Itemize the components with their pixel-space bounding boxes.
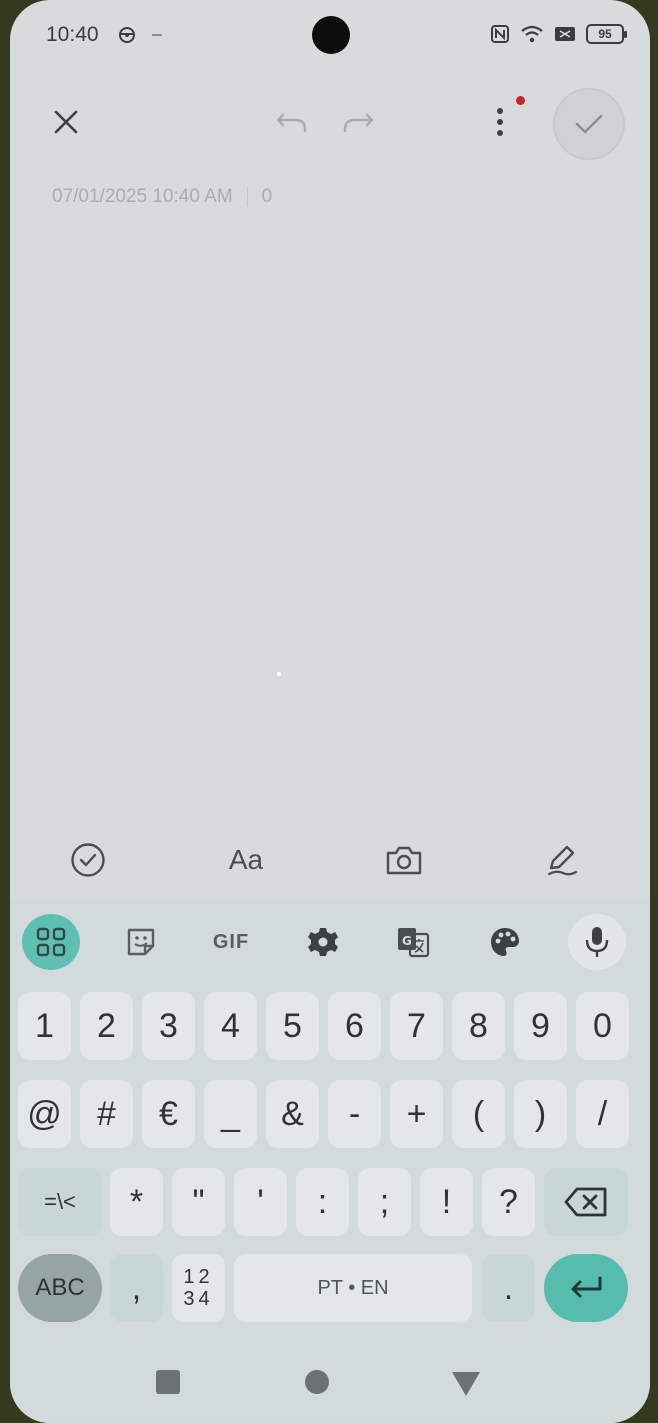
text-style-button[interactable]: Aa	[216, 838, 276, 882]
backspace-icon	[564, 1187, 607, 1217]
key-5[interactable]: 5	[266, 992, 319, 1060]
recents-square-icon[interactable]	[156, 1370, 180, 1394]
key-7[interactable]: 7	[390, 992, 443, 1060]
sim-icon	[555, 27, 575, 41]
key-paren-close[interactable]: )	[514, 1080, 567, 1148]
note-toolbar: Aa	[10, 826, 650, 896]
key-single-quote[interactable]: '	[234, 1168, 287, 1236]
mic-icon	[585, 927, 609, 957]
note-body-input[interactable]	[10, 230, 650, 820]
key-euro[interactable]: €	[142, 1080, 195, 1148]
gear-icon	[308, 928, 338, 956]
apps-grid-button[interactable]	[22, 914, 80, 970]
key-asterisk[interactable]: *	[110, 1168, 163, 1236]
key-2[interactable]: 2	[80, 992, 133, 1060]
key-paren-open[interactable]: (	[452, 1080, 505, 1148]
space-key[interactable]: PT • EN	[234, 1254, 472, 1322]
keyboard: GIF G 1 2 3 4 5 6 7 8 9 0 @ # € _ & - + …	[10, 900, 650, 1340]
settings-button[interactable]	[294, 914, 352, 970]
key-9[interactable]: 9	[514, 992, 567, 1060]
key-at[interactable]: @	[18, 1080, 71, 1148]
voice-input-button[interactable]	[568, 914, 626, 970]
key-plus[interactable]: +	[390, 1080, 443, 1148]
nfc-icon	[491, 25, 509, 43]
pen-icon	[547, 845, 578, 876]
text-style-label: Aa	[228, 844, 264, 875]
svg-text:G: G	[402, 934, 412, 948]
theme-button[interactable]	[476, 914, 534, 970]
back-triangle-icon[interactable]	[452, 1372, 480, 1396]
apps-grid-icon	[36, 927, 66, 957]
note-datetime: 07/01/2025 10:40 AM	[52, 186, 233, 207]
save-button[interactable]	[553, 88, 625, 160]
status-dash	[152, 34, 162, 36]
key-6[interactable]: 6	[328, 992, 381, 1060]
keyboard-toolbar: GIF G	[10, 908, 650, 974]
phone-frame: 10:40 95 07/01/2025 10:40 AM 0 Aa GIF G …	[0, 0, 658, 1423]
status-icons: 95	[490, 24, 627, 44]
key-semicolon[interactable]: ;	[358, 1168, 411, 1236]
key-4[interactable]: 4	[204, 992, 257, 1060]
meta-divider	[246, 187, 248, 207]
check-circle-icon	[71, 843, 105, 877]
undo-button[interactable]	[270, 100, 314, 144]
screen: 10:40 95 07/01/2025 10:40 AM 0 Aa GIF G …	[10, 0, 650, 1423]
key-minus[interactable]: -	[328, 1080, 381, 1148]
char-count: 0	[261, 186, 273, 207]
numpad-key-top: 12	[183, 1266, 214, 1288]
key-underscore[interactable]: _	[204, 1080, 257, 1148]
status-time: 10:40	[46, 23, 99, 46]
check-icon	[575, 114, 603, 134]
translate-button[interactable]: G	[384, 914, 442, 970]
battery-level: 95	[598, 27, 612, 41]
close-icon	[54, 110, 78, 134]
navigation-bar	[10, 1340, 650, 1423]
palette-icon	[491, 928, 519, 956]
sticker-button[interactable]	[112, 914, 170, 970]
enter-icon	[571, 1276, 602, 1298]
backspace-key[interactable]	[544, 1168, 628, 1236]
key-ampersand[interactable]: &	[266, 1080, 319, 1148]
key-colon[interactable]: :	[296, 1168, 349, 1236]
notification-dot	[516, 96, 525, 105]
key-3[interactable]: 3	[142, 992, 195, 1060]
checklist-button[interactable]	[66, 838, 110, 882]
abc-key[interactable]: ABC	[18, 1254, 102, 1322]
note-meta: 07/01/2025 10:40 AM 0	[52, 186, 272, 208]
more-options-button[interactable]	[480, 98, 520, 146]
status-bar: 10:40 95	[10, 0, 650, 70]
key-0[interactable]: 0	[576, 992, 629, 1060]
home-circle-icon[interactable]	[305, 1370, 329, 1394]
wifi-icon	[521, 25, 543, 43]
undo-icon	[276, 113, 307, 133]
note-top-bar	[10, 80, 650, 170]
key-1[interactable]: 1	[18, 992, 71, 1060]
camera-button[interactable]	[382, 838, 426, 882]
numpad-key[interactable]: 12 34	[172, 1254, 225, 1322]
numpad-key-bottom: 34	[183, 1288, 214, 1310]
enter-key[interactable]	[544, 1254, 628, 1322]
battery-icon: 95	[586, 24, 627, 44]
redo-icon	[343, 113, 374, 133]
key-more-symbols[interactable]: =\<	[18, 1168, 102, 1236]
key-comma[interactable]: ,	[110, 1254, 163, 1322]
translate-icon: G	[398, 928, 430, 958]
redo-button[interactable]	[336, 100, 380, 144]
camera-icon	[386, 846, 422, 875]
more-vert-icon	[497, 108, 503, 136]
close-button[interactable]	[42, 98, 90, 146]
gif-label: GIF	[212, 930, 250, 953]
key-exclamation[interactable]: !	[420, 1168, 473, 1236]
key-question[interactable]: ?	[482, 1168, 535, 1236]
sticker-icon	[127, 928, 155, 956]
draw-button[interactable]	[540, 838, 584, 882]
gif-button[interactable]: GIF	[202, 914, 260, 970]
key-period[interactable]: .	[482, 1254, 535, 1322]
key-8[interactable]: 8	[452, 992, 505, 1060]
key-double-quote[interactable]: "	[172, 1168, 225, 1236]
steering-icon	[119, 27, 135, 43]
key-slash[interactable]: /	[576, 1080, 629, 1148]
key-hash[interactable]: #	[80, 1080, 133, 1148]
text-cursor	[277, 672, 281, 676]
